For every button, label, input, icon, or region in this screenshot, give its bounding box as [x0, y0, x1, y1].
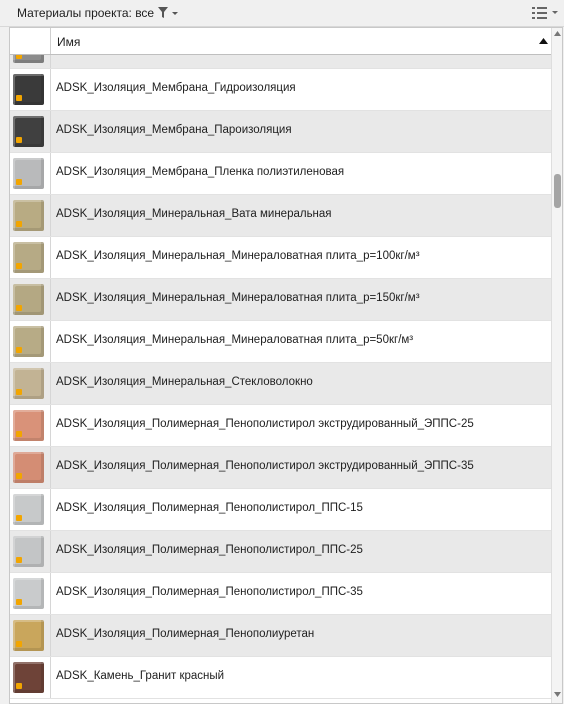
column-divider	[50, 54, 51, 68]
warning-badge-icon	[16, 473, 22, 479]
list-header: Имя	[10, 28, 551, 55]
column-divider	[50, 321, 51, 362]
view-options-button[interactable]	[530, 5, 560, 21]
material-name: ADSK_Изоляция_Минеральная_Минераловатная…	[56, 250, 420, 262]
column-divider	[50, 489, 51, 530]
material-name: ADSK_Изоляция_Полимерная_Пенополистирол …	[56, 460, 474, 472]
material-row[interactable]: ADSK_Изоляция_Полимерная_Пенополиуретан	[10, 615, 551, 657]
warning-badge-icon	[16, 641, 22, 647]
material-swatch	[13, 578, 44, 609]
material-swatch	[13, 452, 44, 483]
name-column-header[interactable]: Имя	[57, 35, 80, 49]
warning-badge-icon	[16, 137, 22, 143]
material-row[interactable]: ADSK_Изоляция_Полимерная_Пенополистирол_…	[10, 573, 551, 615]
scrollbar-thumb[interactable]	[554, 173, 561, 208]
material-swatch	[13, 200, 44, 231]
material-row[interactable]: ADSK_Изоляция_Минеральная_Минераловатная…	[10, 237, 551, 279]
material-swatch	[13, 116, 44, 147]
material-swatch	[13, 242, 44, 273]
vertical-scrollbar[interactable]	[551, 28, 562, 703]
material-name: ADSK_Изоляция_Мембрана_Пленка полиэтилен…	[56, 166, 345, 178]
material-name: ADSK_Изоляция_Минеральная_Вата минеральн…	[56, 208, 332, 220]
material-swatch	[13, 326, 44, 357]
warning-badge-icon	[16, 389, 22, 395]
toolbar: Материалы проекта: все	[0, 0, 564, 27]
material-name: ADSK_Изоляция_Минеральная_Минераловатная…	[56, 292, 420, 304]
material-row[interactable]: ADSK_Изоляция_Минеральная_Вата минеральн…	[10, 195, 551, 237]
material-swatch	[13, 620, 44, 651]
column-divider	[50, 279, 51, 320]
column-divider	[50, 111, 51, 152]
thumbnail-column-header[interactable]	[10, 28, 51, 54]
column-divider	[50, 615, 51, 656]
material-swatch	[13, 536, 44, 567]
material-row[interactable]: ADSK_Изоляция_Мембрана_Пленка полиэтилен…	[10, 153, 551, 195]
material-name: ADSK_Изоляция_Минеральная_Минераловатная…	[56, 334, 414, 346]
material-row[interactable]: ADSK_Изоляция_Минеральная_Минераловатная…	[10, 321, 551, 363]
material-row[interactable]: ADSK_Камень_Гранит красный	[10, 657, 551, 699]
warning-badge-icon	[16, 557, 22, 563]
column-divider	[50, 447, 51, 488]
materials-filter-label: Материалы проекта: все	[17, 6, 155, 20]
warning-badge-icon	[16, 305, 22, 311]
material-name: ADSK_Изоляция_Полимерная_Пенополистирол_…	[56, 502, 363, 514]
material-row[interactable]: ADSK_Изоляция_Полимерная_Пенополистирол_…	[10, 489, 551, 531]
material-swatch	[13, 74, 44, 105]
material-name: ADSK_Изоляция_Мембрана_Пароизоляция	[56, 124, 292, 136]
warning-badge-icon	[16, 347, 22, 353]
material-name: ADSK_Изоляция_Полимерная_Пенополиуретан	[56, 628, 315, 640]
column-divider	[50, 573, 51, 614]
material-rows: ADSK_Изоляция_... ADSK_Изоляция_Мембрана_…	[10, 54, 551, 703]
warning-badge-icon	[16, 221, 22, 227]
scroll-up-arrow-icon[interactable]	[554, 31, 561, 36]
column-divider	[50, 153, 51, 194]
warning-badge-icon	[16, 599, 22, 605]
material-swatch	[13, 368, 44, 399]
material-name: ADSK_Изоляция_Полимерная_Пенополистирол …	[56, 418, 474, 430]
column-divider	[50, 405, 51, 446]
material-swatch	[13, 410, 44, 441]
column-divider	[50, 237, 51, 278]
material-row[interactable]: ADSK_Изоляция_Мембрана_Гидроизоляция	[10, 69, 551, 111]
sort-ascending-icon[interactable]	[539, 38, 548, 44]
material-swatch	[13, 494, 44, 525]
list-view-icon	[532, 7, 558, 19]
material-row[interactable]: ADSK_Изоляция_Полимерная_Пенополистирол_…	[10, 531, 551, 573]
material-swatch	[13, 662, 44, 693]
warning-badge-icon	[16, 95, 22, 101]
material-name: ADSK_Изоляция_Полимерная_Пенополистирол_…	[56, 586, 363, 598]
filter-icon	[158, 7, 178, 18]
material-swatch	[13, 284, 44, 315]
scroll-down-arrow-icon[interactable]	[554, 692, 561, 697]
filter-dropdown-button[interactable]	[157, 6, 181, 20]
column-divider	[50, 363, 51, 404]
warning-badge-icon	[16, 431, 22, 437]
warning-badge-icon	[16, 683, 22, 689]
material-row[interactable]: ADSK_Изоляция_...	[10, 54, 551, 69]
material-swatch	[13, 158, 44, 189]
warning-badge-icon	[16, 515, 22, 521]
material-row[interactable]: ADSK_Изоляция_Полимерная_Пенополистирол …	[10, 405, 551, 447]
column-divider	[50, 531, 51, 572]
material-name: ADSK_Изоляция_Мембрана_Гидроизоляция	[56, 82, 296, 94]
material-name: ADSK_Камень_Гранит красный	[56, 670, 225, 682]
column-divider	[50, 195, 51, 236]
column-divider	[50, 69, 51, 110]
materials-list: Имя ADSK_Изоляция_... ADSK_Изоляция_Мембр…	[9, 27, 563, 704]
material-row[interactable]: ADSK_Изоляция_Мембрана_Пароизоляция	[10, 111, 551, 153]
warning-badge-icon	[16, 263, 22, 269]
material-row[interactable]: ADSK_Изоляция_Минеральная_Минераловатная…	[10, 279, 551, 321]
material-swatch	[13, 54, 44, 63]
warning-badge-icon	[16, 179, 22, 185]
material-name: ADSK_Изоляция_Полимерная_Пенополистирол_…	[56, 544, 363, 556]
column-divider	[50, 657, 51, 698]
material-row[interactable]: ADSK_Изоляция_Полимерная_Пенополистирол …	[10, 447, 551, 489]
material-row[interactable]: ADSK_Изоляция_Минеральная_Стекловолокно	[10, 363, 551, 405]
material-name: ADSK_Изоляция_Минеральная_Стекловолокно	[56, 376, 313, 388]
